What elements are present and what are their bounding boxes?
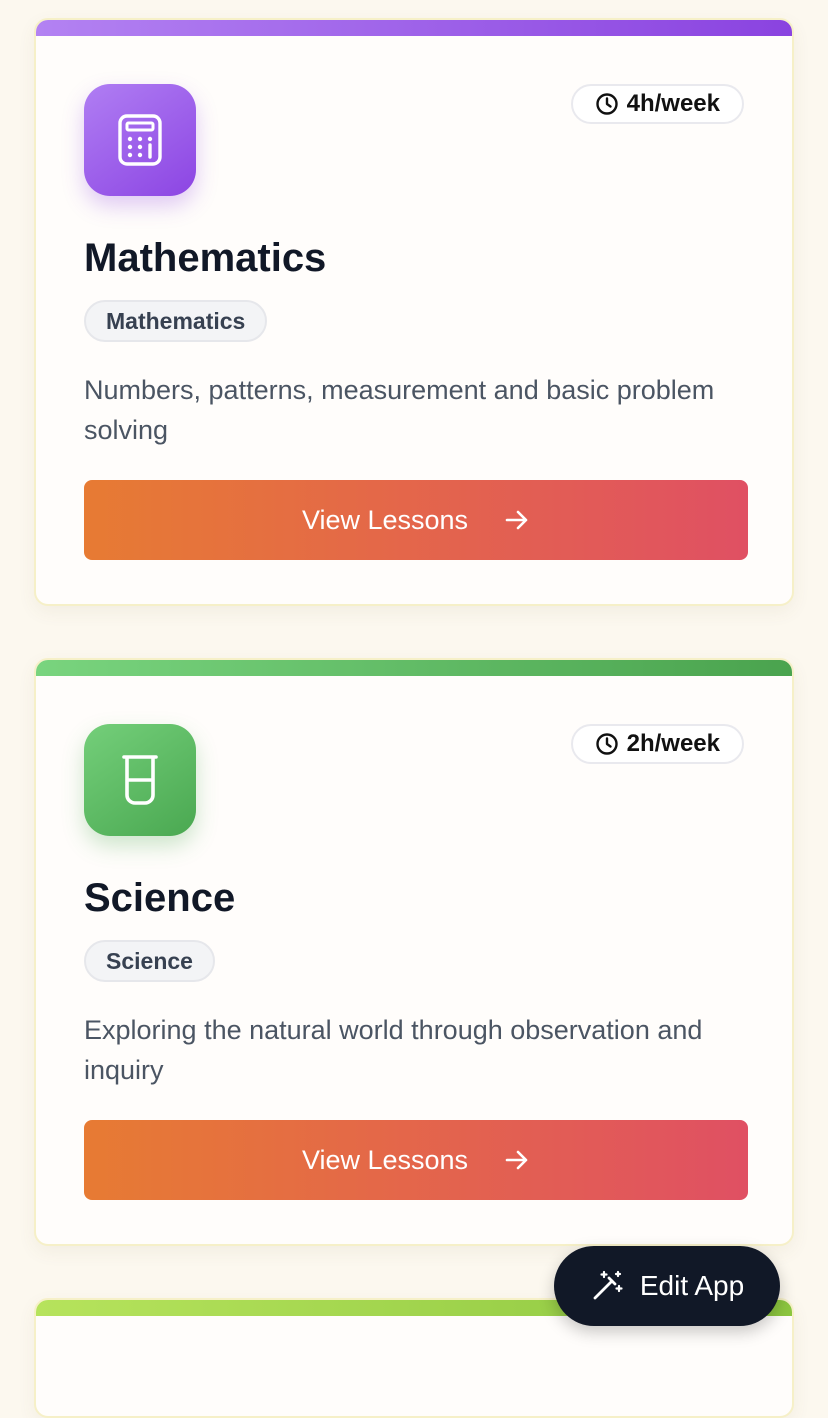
subject-icon-tile (84, 84, 196, 196)
subject-description: Numbers, patterns, measurement and basic… (84, 375, 715, 445)
hours-per-week-badge: 2h/week (570, 724, 744, 764)
view-lessons-label: View Lessons (301, 1144, 469, 1175)
view-lessons-button[interactable]: View Lessons (84, 480, 748, 560)
subject-category-tag: Mathematics (84, 300, 268, 342)
edit-app-button[interactable]: Edit App (554, 1246, 780, 1326)
hours-per-week-text: 4h/week (626, 90, 720, 117)
card-accent-bar (36, 660, 792, 676)
subject-icon-tile (84, 724, 196, 836)
subject-category-tag: Science (84, 940, 215, 982)
view-lessons-label: View Lessons (301, 504, 469, 535)
hours-per-week-text: 2h/week (626, 730, 720, 757)
arrow-right-icon (505, 510, 528, 530)
subject-description: Exploring the natural world through obse… (84, 1015, 703, 1085)
arrow-right-icon (505, 1150, 528, 1170)
clock-icon (595, 733, 618, 755)
subject-card-science: 2h/week Science Science Exploring the na… (34, 658, 794, 1246)
subject-card-mathematics: 4h/week Mathematics Mathematics Numbers,… (34, 18, 794, 606)
subject-title: Mathematics (84, 236, 327, 280)
beaker-icon (122, 755, 158, 805)
card-accent-bar (36, 20, 792, 36)
view-lessons-button[interactable]: View Lessons (84, 1120, 748, 1200)
clock-icon (595, 93, 618, 115)
edit-app-label: Edit App (639, 1270, 745, 1301)
magic-wand-icon (593, 1270, 623, 1300)
calculator-icon (118, 114, 162, 166)
hours-per-week-badge: 4h/week (570, 84, 744, 124)
subject-title: Science (84, 876, 236, 920)
